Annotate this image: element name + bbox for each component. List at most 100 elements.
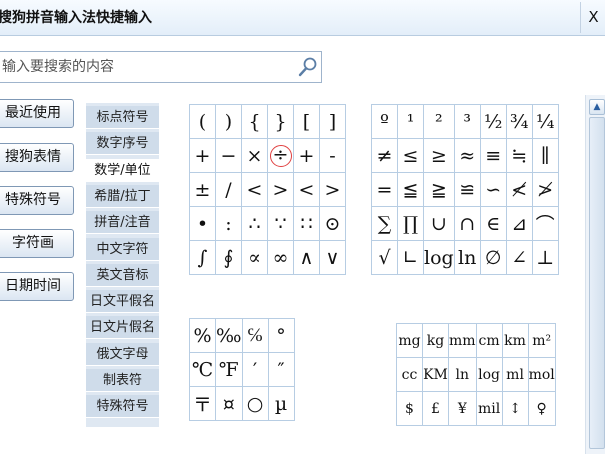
symbol-cell[interactable]: <: [293, 172, 320, 207]
symbol-cell[interactable]: ½: [479, 104, 507, 139]
symbol-cell[interactable]: 〒: [189, 386, 216, 421]
symbol-cell[interactable]: mol: [527, 357, 556, 392]
symbol-cell[interactable]: •: [189, 206, 216, 241]
symbol-cell[interactable]: {: [241, 104, 268, 139]
category-button[interactable]: 搜狗表情: [0, 143, 74, 172]
symbol-cell[interactable]: ∥: [531, 138, 559, 173]
symbol-cell[interactable]: >: [319, 172, 346, 207]
symbol-cell[interactable]: °: [267, 318, 295, 353]
symbol-cell[interactable]: ′: [241, 352, 269, 387]
symbol-cell[interactable]: ∟: [397, 240, 424, 275]
search-input[interactable]: [0, 52, 298, 82]
symbol-cell[interactable]: ⊥: [531, 240, 559, 275]
symbol-cell[interactable]: ≒: [505, 138, 533, 173]
symbol-cell[interactable]: ‰: [215, 318, 243, 353]
symbol-cell[interactable]: ○: [241, 386, 269, 421]
symbol-cell[interactable]: >: [267, 172, 294, 207]
symbol-cell[interactable]: ∝: [241, 240, 268, 275]
symbol-cell[interactable]: ≌: [453, 172, 481, 207]
symbol-cell[interactable]: ≧: [423, 172, 455, 207]
symbol-cell[interactable]: ∞: [267, 240, 294, 275]
tab-item[interactable]: 日文片假名: [86, 316, 159, 340]
symbol-cell[interactable]: ∪: [423, 206, 455, 241]
symbol-cell[interactable]: ÷: [267, 138, 294, 173]
symbol-cell[interactable]: km: [501, 323, 529, 358]
symbol-cell[interactable]: ³: [453, 104, 481, 139]
category-button[interactable]: 最近使用: [0, 99, 74, 128]
scrollbar-thumb[interactable]: [589, 117, 605, 449]
symbol-cell[interactable]: $: [396, 391, 423, 426]
symbol-cell[interactable]: +: [293, 138, 320, 173]
symbol-cell[interactable]: √: [371, 240, 398, 275]
symbol-cell[interactable]: ¾: [505, 104, 533, 139]
symbol-cell[interactable]: cc: [396, 357, 423, 392]
category-button[interactable]: 日期时间: [0, 272, 74, 301]
symbol-cell[interactable]: log: [423, 240, 455, 275]
symbol-cell[interactable]: ″: [267, 352, 295, 387]
symbol-cell[interactable]: ℉: [215, 352, 243, 387]
tab-item[interactable]: 英文音标: [86, 263, 159, 287]
symbol-cell[interactable]: ¤: [215, 386, 243, 421]
symbol-cell[interactable]: ℅: [241, 318, 269, 353]
tab-item[interactable]: 数学/单位: [86, 158, 159, 182]
symbol-cell[interactable]: ln: [453, 240, 481, 275]
symbol-cell[interactable]: ¥: [448, 391, 477, 426]
tab-item[interactable]: 特殊符号: [86, 395, 159, 419]
symbol-cell[interactable]: :: [215, 206, 242, 241]
symbol-cell[interactable]: ∨: [319, 240, 346, 275]
symbol-cell[interactable]: ¹: [397, 104, 424, 139]
symbol-cell[interactable]: +: [189, 138, 216, 173]
symbol-cell[interactable]: ℃: [189, 352, 216, 387]
search-icon[interactable]: [297, 56, 319, 78]
symbol-cell[interactable]: mil: [475, 391, 503, 426]
symbol-cell[interactable]: º: [371, 104, 398, 139]
symbol-cell[interactable]: ml: [501, 357, 529, 392]
symbol-cell[interactable]: ∴: [241, 206, 268, 241]
tab-item[interactable]: 制表符: [86, 369, 159, 392]
symbol-cell[interactable]: /: [215, 172, 242, 207]
symbol-cell[interactable]: ∵: [267, 206, 294, 241]
symbol-cell[interactable]: ∽: [479, 172, 507, 207]
symbol-cell[interactable]: ≦: [397, 172, 424, 207]
symbol-cell[interactable]: ↕: [501, 391, 529, 426]
category-button[interactable]: 字符画: [0, 229, 74, 258]
symbol-cell[interactable]: mm: [448, 323, 477, 358]
symbol-cell[interactable]: ≥: [423, 138, 455, 173]
symbol-cell[interactable]: ⊙: [319, 206, 346, 241]
symbol-cell[interactable]: ln: [448, 357, 477, 392]
tab-item[interactable]: 希腊/拉丁: [86, 184, 159, 208]
symbol-cell[interactable]: ²: [423, 104, 455, 139]
tab-item[interactable]: 标点符号: [86, 106, 159, 129]
symbol-cell[interactable]: log: [475, 357, 503, 392]
symbol-cell[interactable]: ∏: [397, 206, 424, 241]
tab-item[interactable]: 俄文字母: [86, 342, 159, 366]
symbol-cell[interactable]: kg: [422, 323, 449, 358]
close-button[interactable]: X: [580, 2, 605, 33]
symbol-cell[interactable]: ∅: [479, 240, 507, 275]
symbol-cell[interactable]: ±: [189, 172, 216, 207]
symbol-cell[interactable]: ⌒: [531, 206, 559, 241]
symbol-cell[interactable]: <: [241, 172, 268, 207]
symbol-cell[interactable]: £: [422, 391, 449, 426]
symbol-cell[interactable]: KM: [422, 357, 449, 392]
symbol-cell[interactable]: =: [371, 172, 398, 207]
symbol-cell[interactable]: −: [215, 138, 242, 173]
category-button[interactable]: 特殊符号: [0, 186, 74, 215]
symbol-cell[interactable]: ∫: [189, 240, 216, 275]
symbol-cell[interactable]: ≮: [505, 172, 533, 207]
symbol-cell[interactable]: ×: [241, 138, 268, 173]
tab-item[interactable]: 中文字符: [86, 237, 159, 261]
symbol-cell[interactable]: ⊿: [505, 206, 533, 241]
symbol-cell[interactable]: ¼: [531, 104, 559, 139]
symbol-cell[interactable]: µ: [267, 386, 295, 421]
symbol-cell[interactable]: -: [319, 138, 346, 173]
symbol-cell[interactable]: ≤: [397, 138, 424, 173]
symbol-cell[interactable]: ]: [319, 104, 346, 139]
scroll-up-icon[interactable]: ▲: [589, 99, 605, 115]
symbol-cell[interactable]: mg: [396, 323, 423, 358]
symbol-cell[interactable]: ≈: [453, 138, 481, 173]
symbol-cell[interactable]: [: [293, 104, 320, 139]
symbol-cell[interactable]: ): [215, 104, 242, 139]
vertical-scrollbar[interactable]: ▲: [585, 95, 605, 454]
symbol-cell[interactable]: ∩: [453, 206, 481, 241]
